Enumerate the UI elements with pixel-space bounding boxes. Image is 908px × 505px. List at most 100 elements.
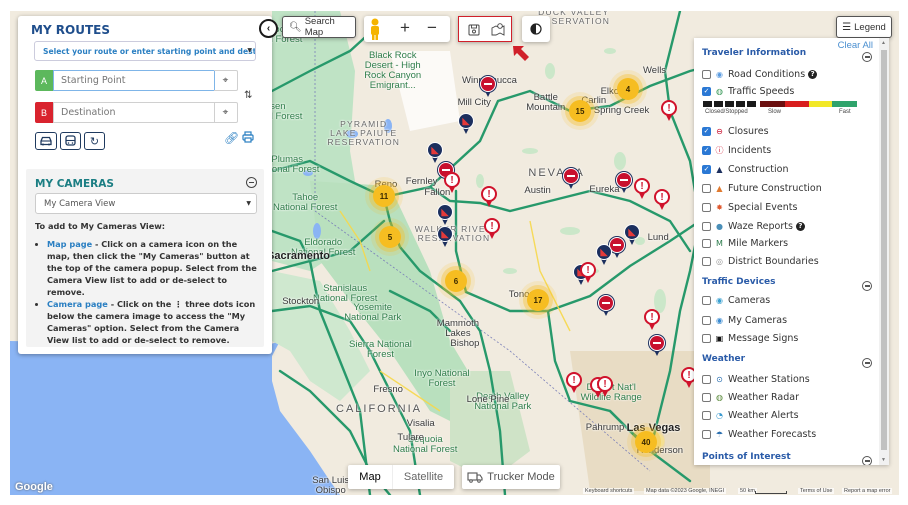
street-view-pegman[interactable] [366, 17, 384, 41]
collapse-panel-button[interactable]: ‹ [259, 19, 278, 38]
layer-checkbox[interactable] [702, 392, 711, 402]
start-locate-button[interactable]: ⌖ [214, 70, 238, 91]
help-icon[interactable]: ? [795, 221, 805, 231]
legend-layer-row[interactable]: ▣ Message Signs [702, 331, 798, 345]
incident-pin-icon[interactable]: ! [661, 100, 677, 122]
layer-checkbox[interactable] [702, 221, 711, 231]
legend-layer-row[interactable]: M Mile Markers [702, 236, 788, 250]
search-map-button[interactable]: 🔍︎ Search Map [282, 16, 356, 38]
zoom-in-button[interactable]: + [400, 18, 410, 38]
collapse-section-button[interactable] [862, 281, 872, 291]
collapse-section-button[interactable] [862, 456, 872, 465]
construction-pin-icon[interactable]: ◣ [437, 226, 453, 248]
closure-pin-icon[interactable] [563, 168, 579, 190]
construction-pin-icon[interactable]: ◣ [427, 142, 443, 164]
cluster-marker[interactable]: 15 [569, 100, 591, 122]
reset-route-button[interactable]: ↻ [84, 132, 105, 150]
legend-layer-row[interactable]: ✓ ⊖ Closures [702, 124, 769, 138]
layer-checkbox[interactable] [702, 256, 711, 266]
layer-checkbox[interactable] [702, 183, 711, 193]
trucker-mode-button[interactable]: Trucker Mode [462, 465, 560, 489]
layer-checkbox[interactable]: ✓ [702, 164, 711, 174]
legend-layer-row[interactable]: ◉ Cameras [702, 293, 770, 307]
legend-layer-row[interactable]: ⊙ Weather Stations [702, 372, 810, 386]
cluster-marker[interactable]: 4 [617, 78, 639, 100]
map-type-satellite-button[interactable]: Satellite [392, 465, 454, 489]
cluster-marker[interactable]: 40 [635, 431, 657, 453]
legend-layer-row[interactable]: ✓ ▲ Construction [702, 162, 789, 176]
legend-layer-row[interactable]: ☂ Weather Forecasts [702, 427, 816, 441]
incident-pin-icon[interactable]: ! [634, 178, 650, 200]
layer-checkbox[interactable] [702, 238, 711, 248]
zoom-out-button[interactable]: − [427, 18, 437, 38]
layer-checkbox[interactable] [702, 315, 711, 325]
legend-layer-row[interactable]: ◉ Road Conditions? [702, 67, 818, 81]
starting-point-input[interactable] [53, 70, 215, 91]
incident-pin-icon[interactable]: ! [444, 172, 460, 194]
legend-scrollbar[interactable]: ▲ ▼ [879, 38, 889, 465]
scroll-up-icon[interactable]: ▲ [881, 40, 886, 46]
layer-checkbox[interactable]: ✓ [702, 126, 711, 136]
layer-checkbox[interactable] [702, 202, 711, 212]
clear-all-link[interactable]: Clear All [838, 40, 873, 51]
scrollbar-thumb[interactable] [881, 50, 887, 450]
legend-layer-row[interactable]: ◍ Weather Radar [702, 390, 799, 404]
layer-checkbox[interactable] [702, 69, 711, 79]
collapse-section-button[interactable] [862, 358, 872, 368]
layer-checkbox[interactable] [702, 429, 711, 439]
closure-pin-icon[interactable] [616, 172, 632, 194]
layer-checkbox[interactable] [702, 333, 711, 343]
swap-route-icon[interactable]: ⇅ [244, 90, 252, 101]
incident-pin-icon[interactable]: ! [654, 189, 670, 211]
closure-pin-icon[interactable] [480, 76, 496, 98]
truck-mode-button[interactable] [60, 132, 81, 150]
legend-toggle-button[interactable]: ☰ Legend [836, 16, 892, 38]
construction-pin-icon[interactable]: ◣ [437, 204, 453, 226]
layer-checkbox[interactable]: ✓ [702, 86, 711, 96]
cluster-marker[interactable]: 17 [527, 289, 549, 311]
layer-checkbox[interactable] [702, 410, 711, 420]
legend-layer-row[interactable]: ✓ ⓘ Incidents [702, 143, 771, 157]
incident-pin-icon[interactable]: ! [566, 372, 582, 394]
incident-pin-icon[interactable]: ! [481, 186, 497, 208]
legend-layer-row[interactable]: ● Waze Reports? [702, 219, 805, 233]
terms-of-use-link[interactable]: Terms of Use [798, 488, 835, 494]
cluster-marker[interactable]: 11 [373, 185, 395, 207]
collapse-section-button[interactable] [862, 52, 872, 62]
collapse-cameras-button[interactable] [246, 177, 257, 188]
cluster-marker[interactable]: 5 [379, 226, 401, 248]
camera-page-link[interactable]: Camera page [47, 299, 108, 309]
construction-pin-icon[interactable]: ◣ [624, 224, 640, 246]
contrast-toggle-button[interactable] [522, 16, 550, 42]
cluster-marker[interactable]: 6 [445, 270, 467, 292]
layer-checkbox[interactable] [702, 295, 711, 305]
legend-layer-row[interactable]: ▲ Future Construction [702, 181, 822, 195]
layer-checkbox[interactable] [702, 374, 711, 384]
save-view-button[interactable] [468, 23, 480, 41]
print-button[interactable] [242, 130, 254, 148]
closure-pin-icon[interactable] [649, 335, 665, 357]
share-link-icon[interactable]: 🔗︎ [224, 131, 239, 145]
report-map-error-link[interactable]: Report a map error [842, 488, 893, 494]
scroll-down-icon[interactable]: ▼ [881, 457, 886, 463]
closure-pin-icon[interactable] [598, 295, 614, 317]
map-type-map-button[interactable]: Map [348, 471, 392, 483]
layer-checkbox[interactable]: ✓ [702, 145, 711, 155]
car-mode-button[interactable] [35, 132, 57, 150]
route-select-dropdown[interactable]: Select your route or enter starting poin… [34, 41, 256, 61]
legend-layer-row[interactable]: ◉ My Cameras [702, 313, 787, 327]
construction-pin-icon[interactable]: ◣ [596, 244, 612, 266]
camera-view-select[interactable]: My Camera View ▼ [35, 193, 257, 214]
construction-pin-icon[interactable]: ◣ [458, 113, 474, 135]
incident-pin-icon[interactable]: ! [484, 218, 500, 240]
incident-pin-icon[interactable]: ! [597, 376, 613, 398]
legend-layer-row[interactable]: ◎ District Boundaries [702, 254, 819, 268]
incident-pin-icon[interactable]: ! [644, 309, 660, 331]
keyboard-shortcuts-link[interactable]: Keyboard shortcuts [583, 488, 635, 494]
legend-layer-row[interactable]: ✸ Special Events [702, 200, 797, 214]
my-locations-button[interactable] [491, 22, 506, 41]
destination-input[interactable] [53, 102, 215, 123]
dest-locate-button[interactable]: ⌖ [214, 102, 238, 123]
incident-pin-icon[interactable]: ! [580, 262, 596, 284]
help-icon[interactable]: ? [808, 69, 818, 79]
